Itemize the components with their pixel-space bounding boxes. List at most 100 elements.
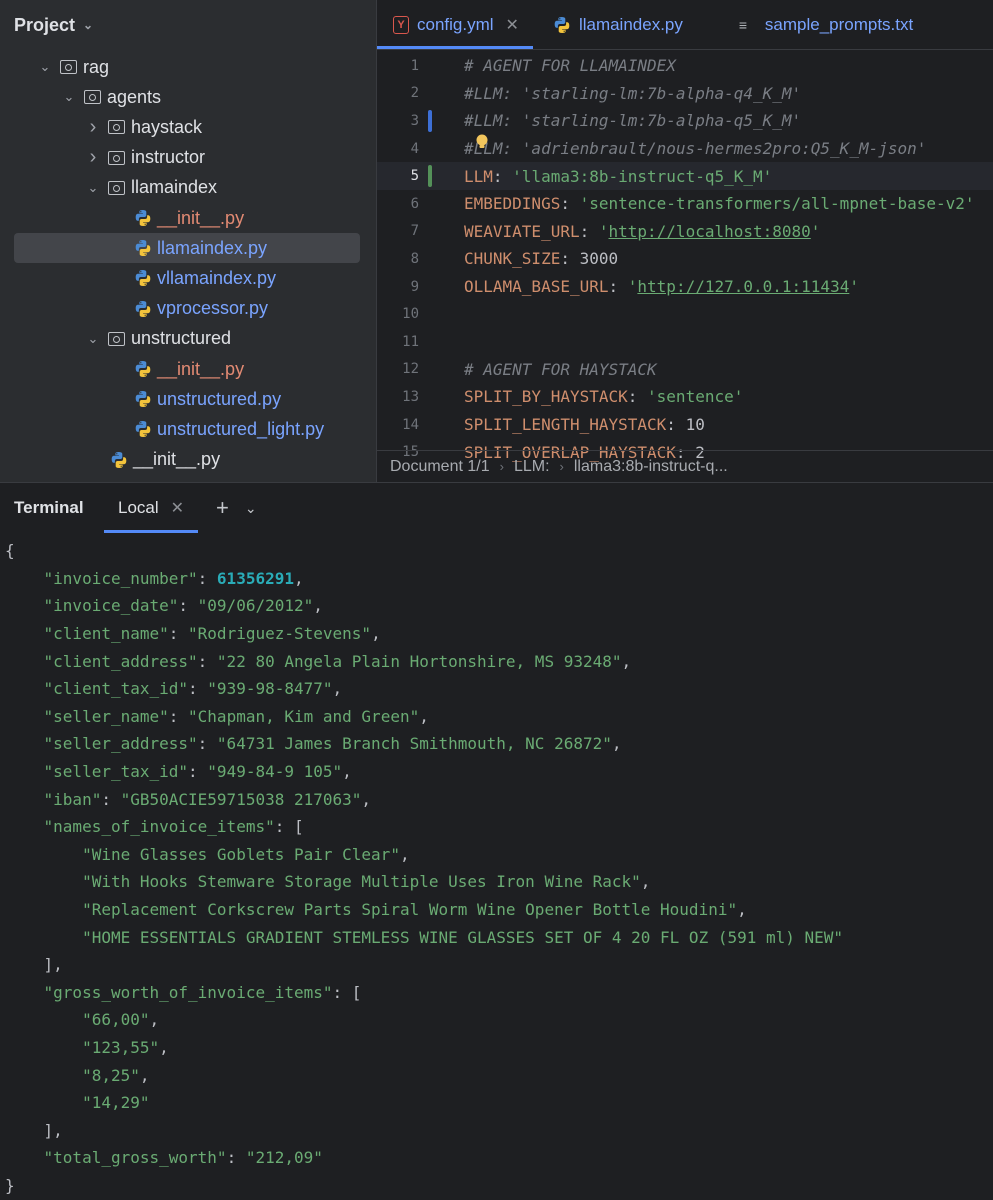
tree-file[interactable]: __init__.py [0,354,376,384]
tree-folder[interactable]: ⌄ unstructured [0,324,376,354]
chevron-down-icon[interactable]: ⌄ [38,59,52,75]
code-token: EMBEDDINGS [464,194,561,214]
breadcrumb-item[interactable]: Document 1/1 [390,458,490,476]
code-token: ' [849,277,859,297]
tab-sample-prompts-txt[interactable]: ≡ sample_prompts.txt [725,0,927,49]
terminal-token: , [313,596,323,616]
terminal-line: "invoice_date": "09/06/2012", [5,592,323,620]
code-line[interactable]: 6 EMBEDDINGS: 'sentence-transformers/all-… [377,190,993,218]
code-token: 'sentence-transformers/all-mpnet-base-v2… [579,194,975,214]
project-header[interactable]: Project ⌄ [0,0,376,50]
change-marker [428,110,432,133]
python-icon [135,240,151,257]
code-line[interactable]: 13 SPLIT_BY_HAYSTACK: 'sentence' [377,383,993,411]
gutter [419,383,464,411]
terminal-token: } [5,1176,15,1196]
change-marker [428,165,432,188]
terminal-token: ], [5,1120,63,1140]
terminal-token: : [101,789,121,809]
terminal-token: "seller_address" [43,734,198,754]
code-line[interactable]: 12 # AGENT FOR HAYSTACK [377,356,993,384]
tree-folder[interactable]: ⌄ rag [0,52,376,82]
tree-file[interactable]: vllamaindex.py [0,263,376,293]
code-line[interactable]: 7 WEAVIATE_URL: ' http://localhost:8080 ' [377,218,993,246]
terminal-token: , [640,872,651,892]
breadcrumb-item[interactable]: llama3:8b-instruct-q... [574,458,728,476]
code-token: 'llama3:8b-instruct-q5_K_M' [512,166,773,186]
code-line[interactable]: 4 #LLM: 'adrienbrault/nous-hermes2pro:Q5_… [377,135,993,163]
tree-file[interactable]: vprocessor.py [0,294,376,324]
tree-folder[interactable]: › instructor [0,143,376,173]
terminal-line: } [5,1172,15,1200]
line-number: 6 [410,195,419,212]
plus-icon[interactable]: + [216,495,229,521]
code-line[interactable]: 3 #LLM: 'starling-lm:7b-alpha-q5_K_M' [377,107,993,135]
chevron-down-icon[interactable]: ⌄ [62,89,76,105]
code-area[interactable]: 1 # AGENT FOR LLAMAINDEX 2 #LLM: 'starling-… [377,51,993,462]
code-line[interactable]: 2 #LLM: 'starling-lm:7b-alpha-q4_K_M' [377,80,993,108]
package-folder-icon [84,90,101,105]
code-line[interactable]: 8 CHUNK_SIZE: 3000 [377,245,993,273]
yaml-icon: Y [393,15,409,34]
chevron-down-icon[interactable]: ⌄ [86,331,100,347]
line-number: 5 [410,168,419,185]
code-line[interactable]: 5 LLM: 'llama3:8b-instruct-q5_K_M' [377,162,993,190]
chevron-down-icon[interactable]: ⌄ [86,180,100,196]
terminal-line: "Wine Glasses Goblets Pair Clear", [5,841,410,869]
code-token: 'sentence' [647,387,744,407]
chevron-right-icon: › [499,459,504,474]
tree-folder[interactable]: ⌄ agents [0,82,376,112]
code-token: : [579,221,599,241]
chevron-down-icon[interactable]: ⌄ [83,18,93,32]
python-icon [135,361,151,377]
chevron-right-icon[interactable]: › [86,116,100,139]
code-line[interactable]: 11 [377,328,993,356]
terminal-token: , [139,1065,150,1085]
terminal-token: "212,09" [245,1148,323,1168]
lightbulb-icon[interactable] [475,134,489,150]
tree-file[interactable]: llamaindex.py [0,233,376,264]
tree-item-label: unstructured_light.py [157,418,325,439]
code-line[interactable]: 1 # AGENT FOR LLAMAINDEX [377,52,993,80]
text-file-icon: ≡ [738,16,748,33]
tree-item-label: llamaindex [131,177,218,198]
code-line[interactable]: 10 [377,300,993,328]
tab-config-yml[interactable]: Yconfig.yml ✕ [377,0,533,49]
terminal-token: : [197,734,217,754]
terminal-tab-local[interactable]: Local ✕ [104,483,199,533]
tree-file[interactable]: unstructured.py [0,384,376,414]
chevron-down-icon[interactable]: ⌄ [245,500,257,517]
terminal-line: "gross_worth_of_invoice_items": [ [5,979,362,1007]
tab-llamaindex-py[interactable]: llamaindex.py [539,0,697,49]
line-number: 3 [410,112,419,129]
code-line[interactable]: 14 SPLIT_LENGTH_HAYSTACK: 10 [377,411,993,439]
line-number: 7 [410,223,419,240]
close-icon[interactable]: ✕ [506,15,519,35]
tree-file[interactable]: __init__.py [0,203,376,233]
terminal-token: : [226,1148,246,1168]
code-line[interactable]: 9 OLLAMA_BASE_URL: ' http://127.0.0.1:1143… [377,273,993,301]
tree-file[interactable]: __init__.py [0,445,376,475]
code-token: LLM [464,166,493,186]
terminal-line: "HOME ESSENTIALS GRADIENT STEMLESS WINE … [5,923,843,951]
tree-folder[interactable]: ⌄ llamaindex [0,173,376,203]
terminal-line: "Replacement Corkscrew Parts Spiral Worm… [5,896,747,924]
terminal-token: , [361,789,372,809]
terminal-line: "seller_name": "Chapman, Kim and Green", [5,703,429,731]
terminal-token: : [188,762,208,782]
code-token: http://127.0.0.1:11434 [637,277,850,297]
terminal-token: , [621,651,632,671]
breadcrumb-item[interactable]: LLM: [514,458,550,476]
terminal-token: "8,25" [82,1065,140,1085]
tree-folder[interactable]: › haystack [0,112,376,142]
tree-file[interactable]: unstructured_light.py [0,414,376,444]
gutter [419,80,464,108]
chevron-right-icon[interactable]: › [86,146,100,169]
close-icon[interactable]: ✕ [171,498,184,518]
